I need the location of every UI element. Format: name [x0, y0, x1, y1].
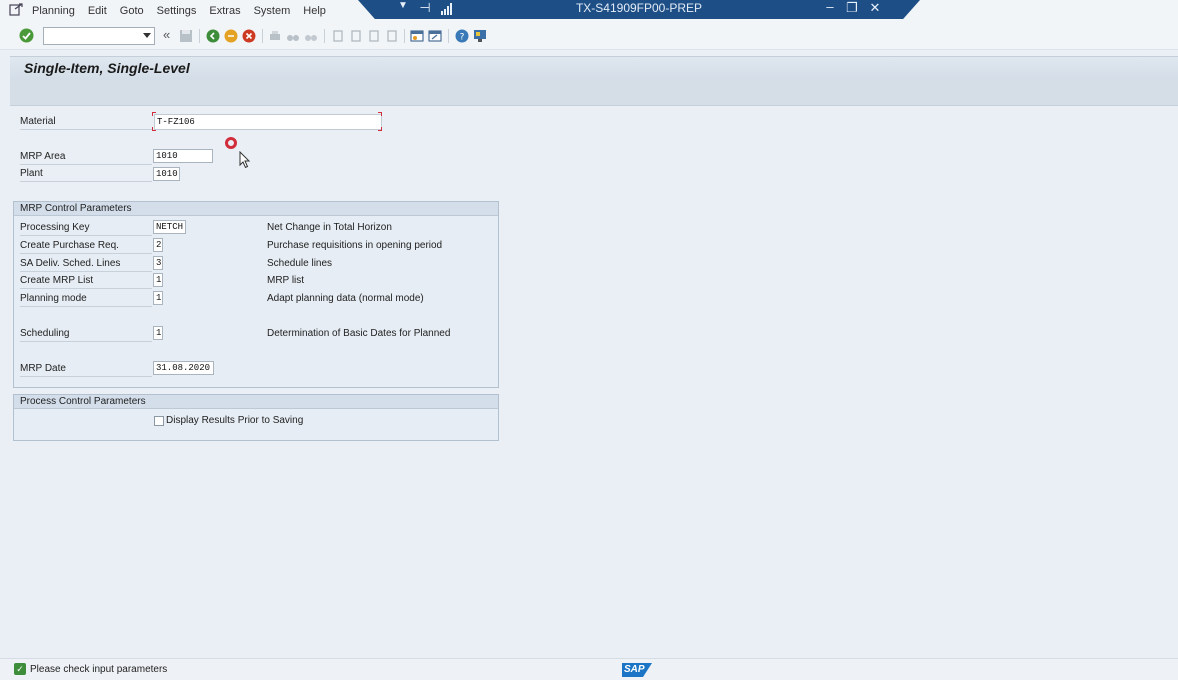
planning-mode-value: 1: [156, 293, 162, 303]
focus-corner: [378, 112, 382, 116]
material-label: Material: [20, 115, 152, 130]
material-value: T-FZ106: [157, 117, 195, 127]
menu-bar: Planning Edit Goto Settings Extras Syste…: [0, 0, 1178, 23]
menu-edit[interactable]: Edit: [88, 5, 107, 17]
scheduling-label: Scheduling: [20, 327, 152, 342]
mrp-date-label: MRP Date: [20, 362, 152, 377]
click-indicator: [225, 137, 237, 149]
window-title-bar: ▼ ⊣ TX-S41909FP00-PREP – ❐ ✕: [358, 0, 920, 19]
create-pur-req-input[interactable]: 2: [153, 238, 163, 252]
planning-mode-desc: Adapt planning data (normal mode): [267, 293, 424, 304]
system-toolbar: « ?: [0, 23, 1178, 50]
status-message[interactable]: Please check input parameters: [30, 664, 167, 675]
back-icon[interactable]: [206, 29, 220, 43]
menu-goto[interactable]: Goto: [120, 5, 144, 17]
create-mrp-list-input[interactable]: 1: [153, 273, 163, 287]
toolbar-separator: [448, 29, 449, 43]
mrp-date-input[interactable]: 31.08.2020: [153, 361, 214, 375]
process-control-header: Process Control Parameters: [14, 395, 498, 409]
display-results-label: Display Results Prior to Saving: [166, 415, 304, 426]
processing-key-input[interactable]: NETCH: [153, 220, 186, 234]
collapse-left-icon[interactable]: «: [163, 27, 170, 42]
page-title: Single-Item, Single-Level: [24, 60, 190, 76]
scheduling-desc: Determination of Basic Dates for Planned: [267, 328, 451, 339]
next-page-icon[interactable]: [367, 29, 381, 43]
sa-deliv-desc: Schedule lines: [267, 258, 333, 269]
main-content: Material T-FZ106 MRP Area 1010 Plant 101…: [10, 106, 1178, 658]
create-pur-req-desc: Purchase requisitions in opening period: [267, 240, 443, 251]
sap-logo: SAP: [622, 663, 652, 677]
find-icon[interactable]: [286, 29, 300, 43]
plant-label: Plant: [20, 167, 152, 182]
scheduling-value: 1: [156, 328, 162, 338]
title-area: Single-Item, Single-Level: [10, 56, 1178, 81]
menu-exit-icon[interactable]: [9, 3, 23, 16]
scheduling-input[interactable]: 1: [153, 326, 163, 340]
create-mrp-list-desc: MRP list: [267, 275, 305, 286]
status-bar: ✓ Please check input parameters SAP: [0, 658, 1178, 680]
help-icon[interactable]: ?: [455, 29, 469, 43]
create-session-icon[interactable]: [410, 29, 424, 43]
shortcut-icon[interactable]: [428, 29, 442, 43]
toolbar-separator: [324, 29, 325, 43]
create-pur-req-label: Create Purchase Req.: [20, 239, 152, 254]
menu-settings[interactable]: Settings: [157, 5, 197, 17]
create-mrp-list-value: 1: [156, 275, 162, 285]
mrp-area-input[interactable]: 1010: [153, 149, 213, 163]
processing-key-label: Processing Key: [20, 221, 152, 236]
create-mrp-list-label: Create MRP List: [20, 274, 152, 289]
mrp-area-value: 1010: [156, 151, 178, 161]
plant-input[interactable]: 1010: [153, 167, 180, 181]
material-input[interactable]: T-FZ106: [154, 114, 382, 130]
mrp-control-header: MRP Control Parameters: [14, 202, 498, 216]
processing-key-value: NETCH: [156, 222, 184, 232]
command-dropdown-icon[interactable]: [143, 33, 151, 38]
menu-system[interactable]: System: [254, 5, 291, 17]
mouse-pointer-icon: [239, 151, 251, 169]
process-control-group: Process Control Parameters Display Resul…: [13, 394, 499, 441]
planning-mode-input[interactable]: 1: [153, 291, 163, 305]
application-toolbar: [10, 81, 1178, 106]
menu-items: Planning Edit Goto Settings Extras Syste…: [32, 5, 339, 17]
minimize-icon[interactable]: –: [823, 0, 837, 14]
focus-corner: [152, 112, 156, 116]
close-icon[interactable]: ✕: [868, 0, 882, 15]
planning-mode-label: Planning mode: [20, 292, 152, 307]
previous-page-icon[interactable]: [349, 29, 363, 43]
first-page-icon[interactable]: [331, 29, 345, 43]
save-icon[interactable]: [179, 29, 193, 43]
plant-value: 1010: [156, 169, 178, 179]
mrp-control-group: MRP Control Parameters Processing Key NE…: [13, 201, 499, 388]
menu-extras[interactable]: Extras: [209, 5, 240, 17]
display-results-checkbox[interactable]: [154, 416, 164, 426]
toolbar-separator: [199, 29, 200, 43]
customize-layout-icon[interactable]: [473, 29, 487, 43]
svg-text:?: ?: [460, 33, 465, 43]
status-check-icon: ✓: [14, 663, 26, 675]
find-next-icon[interactable]: [304, 29, 318, 43]
enter-check-icon[interactable]: [19, 28, 34, 43]
print-icon[interactable]: [268, 29, 282, 43]
exit-icon[interactable]: [224, 29, 238, 43]
mrp-date-value: 31.08.2020: [156, 363, 211, 373]
command-field[interactable]: [43, 27, 155, 45]
toolbar-separator: [404, 29, 405, 43]
processing-key-desc: Net Change in Total Horizon: [267, 222, 392, 233]
sa-deliv-value: 3: [156, 258, 162, 268]
cancel-icon[interactable]: [242, 29, 256, 43]
last-page-icon[interactable]: [385, 29, 399, 43]
sa-deliv-input[interactable]: 3: [153, 256, 163, 270]
menu-planning[interactable]: Planning: [32, 5, 75, 17]
create-pur-req-value: 2: [156, 240, 162, 250]
toolbar-separator: [262, 29, 263, 43]
mrp-area-label: MRP Area: [20, 150, 152, 165]
focus-corner: [378, 127, 382, 131]
sa-deliv-label: SA Deliv. Sched. Lines: [20, 257, 152, 272]
restore-icon[interactable]: ❐: [845, 0, 859, 15]
menu-help[interactable]: Help: [303, 5, 326, 17]
focus-corner: [152, 127, 156, 131]
